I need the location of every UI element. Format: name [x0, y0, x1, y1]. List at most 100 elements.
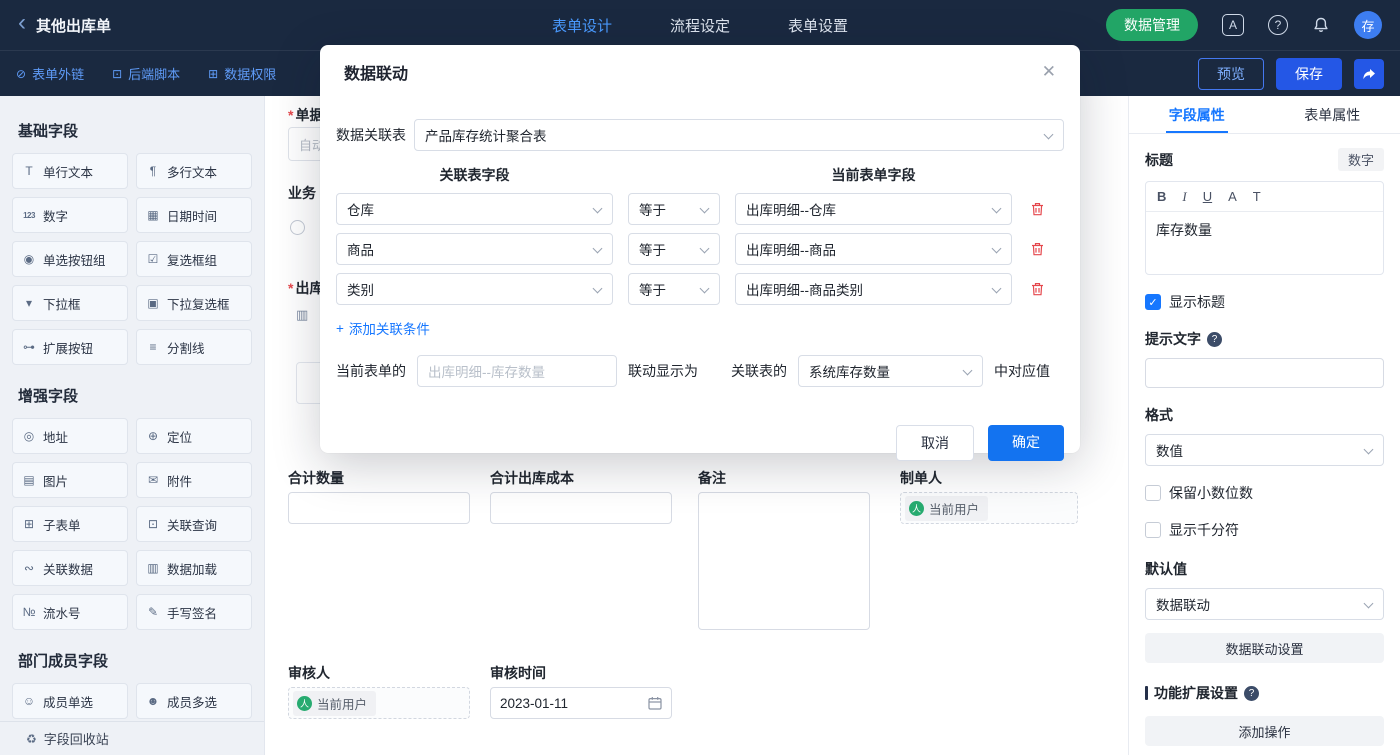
translate-icon[interactable]: A [1222, 14, 1244, 36]
tab-form-properties[interactable]: 表单属性 [1265, 96, 1400, 133]
condition-row: 仓库 等于 出库明细--仓库 [336, 193, 1064, 225]
sidebar-item-related-data[interactable]: ∾ 关联数据 [12, 550, 128, 586]
font-size-button[interactable]: T [1253, 189, 1261, 204]
condition-headers: 关联表字段 当前表单字段 [336, 165, 1064, 185]
address-icon: ◎ [23, 429, 35, 443]
sidebar-item-radio-group[interactable]: ◉ 单选按钮组 [12, 241, 128, 277]
thousand-separator-checkbox[interactable] [1145, 522, 1161, 538]
data-manage-button[interactable]: 数据管理 [1106, 9, 1198, 41]
sidebar-item-member-multi[interactable]: ☻ 成员多选 [136, 683, 252, 719]
font-color-button[interactable]: A [1228, 189, 1237, 204]
sidebar-item-signature[interactable]: ✎ 手写签名 [136, 594, 252, 630]
sidebar-item-serial-number[interactable]: № 流水号 [12, 594, 128, 630]
show-title-checkbox[interactable]: ✓ [1145, 294, 1161, 310]
toolbar-item-data-permission[interactable]: ⊞ 数据权限 [208, 64, 276, 83]
condition-right-select[interactable]: 出库明细--商品 [735, 233, 1012, 265]
help-icon[interactable]: ? [1268, 15, 1288, 35]
tab-field-properties[interactable]: 字段属性 [1129, 96, 1265, 133]
tab-form-settings[interactable]: 表单设置 [788, 15, 848, 36]
confirm-button[interactable]: 确定 [988, 425, 1064, 461]
current-form-field-input[interactable]: 出库明细--库存数量 [417, 355, 617, 387]
chevron-down-icon [699, 283, 710, 294]
fields-sidebar: 基础字段 T 单行文本 ¶ 多行文本 123 数字 ▦ 日期时间 ◉ 单选按钮组 ☑ 复选框… [0, 96, 265, 755]
back-icon[interactable]: ‹ [16, 11, 28, 37]
sidebar-item-data-load[interactable]: ▥ 数据加载 [136, 550, 252, 586]
review-time-input[interactable]: 2023-01-11 [490, 687, 672, 719]
bold-button[interactable]: B [1157, 189, 1166, 204]
tab-form-design[interactable]: 表单设计 [552, 15, 612, 36]
reviewer-field[interactable]: 人 当前用户 [288, 687, 470, 719]
share-button[interactable] [1354, 58, 1384, 89]
trash-icon [1031, 243, 1043, 256]
add-condition-link[interactable]: + 添加关联条件 [336, 318, 430, 338]
delete-condition-button[interactable] [1027, 242, 1047, 256]
hint-input[interactable] [1145, 358, 1384, 388]
condition-left-select[interactable]: 仓库 [336, 193, 613, 225]
bell-icon[interactable] [1312, 16, 1330, 34]
save-button[interactable]: 保存 [1276, 57, 1342, 90]
toolbar-item-backend-script[interactable]: ⊡ 后端脚本 [112, 64, 180, 83]
condition-op-select[interactable]: 等于 [628, 233, 720, 265]
show-title-label: 显示标题 [1169, 294, 1225, 310]
thousand-separator-label: 显示千分符 [1169, 522, 1239, 538]
sidebar-item-datetime[interactable]: ▦ 日期时间 [136, 197, 252, 233]
user-icon: 人 [297, 695, 312, 711]
toolbar-right: 预览 保存 [1198, 57, 1384, 90]
sidebar-item-address[interactable]: ◎ 地址 [12, 418, 128, 454]
remark-textarea[interactable] [698, 492, 870, 630]
sidebar-item-number[interactable]: 123 数字 [12, 197, 128, 233]
sidebar-item-attachment[interactable]: ✉ 附件 [136, 462, 252, 498]
sidebar-item-location[interactable]: ⊕ 定位 [136, 418, 252, 454]
toolbar-item-form-link[interactable]: ⊘ 表单外链 [16, 64, 84, 83]
delete-condition-button[interactable] [1027, 202, 1047, 216]
mini-chart-icon[interactable]: ▥ [296, 307, 308, 323]
underline-button[interactable]: U [1203, 189, 1212, 204]
total-cost-input[interactable] [490, 492, 672, 524]
tab-flow-setting[interactable]: 流程设定 [670, 15, 730, 36]
chevron-down-icon [592, 283, 603, 294]
data-linkage-settings-button[interactable]: 数据联动设置 [1145, 633, 1384, 663]
format-select[interactable]: 数值 [1145, 434, 1384, 466]
italic-button[interactable]: I [1182, 189, 1186, 205]
decimal-checkbox[interactable] [1145, 485, 1161, 501]
default-value-select[interactable]: 数据联动 [1145, 588, 1384, 620]
condition-row: 商品 等于 出库明细--商品 [336, 233, 1064, 265]
condition-op-select[interactable]: 等于 [628, 273, 720, 305]
field-recycle-bin[interactable]: ♻ 字段回收站 [0, 721, 264, 755]
sidebar-item-multi-line-text[interactable]: ¶ 多行文本 [136, 153, 252, 189]
sidebar-item-related-query[interactable]: ⊡ 关联查询 [136, 506, 252, 542]
condition-right-select[interactable]: 出库明细--仓库 [735, 193, 1012, 225]
biz-type-radio[interactable] [290, 220, 305, 235]
sidebar-item-dropdown-multi[interactable]: ▣ 下拉复选框 [136, 285, 252, 321]
related-field-select[interactable]: 系统库存数量 [798, 355, 983, 387]
sidebar-item-subform[interactable]: ⊞ 子表单 [12, 506, 128, 542]
relation-table-select[interactable]: 产品库存统计聚合表 [414, 119, 1064, 151]
condition-left-select[interactable]: 商品 [336, 233, 613, 265]
cancel-button[interactable]: 取消 [896, 425, 974, 461]
avatar[interactable]: 存 [1354, 11, 1382, 39]
toolbar-item-label: 数据权限 [224, 67, 277, 82]
preview-button[interactable]: 预览 [1198, 57, 1264, 90]
total-qty-input[interactable] [288, 492, 470, 524]
sidebar-item-dropdown[interactable]: ▾ 下拉框 [12, 285, 128, 321]
condition-op-select[interactable]: 等于 [628, 193, 720, 225]
sidebar-item-image[interactable]: ▤ 图片 [12, 462, 128, 498]
extension-help-icon[interactable]: ? [1244, 685, 1259, 701]
delete-condition-button[interactable] [1027, 282, 1047, 296]
modal-header: 数据联动 ✕ [320, 45, 1080, 99]
sidebar-item-member-single[interactable]: ☺ 成员单选 [12, 683, 128, 719]
creator-field[interactable]: 人 当前用户 [900, 492, 1078, 524]
sidebar-item-single-line-text[interactable]: T 单行文本 [12, 153, 128, 189]
add-operation-button[interactable]: 添加操作 [1145, 716, 1384, 746]
title-value-input[interactable]: 库存数量 [1146, 212, 1383, 274]
condition-left-select[interactable]: 类别 [336, 273, 613, 305]
hint-help-icon[interactable]: ? [1207, 331, 1222, 347]
sidebar-item-extend-button[interactable]: ⊶ 扩展按钮 [12, 329, 128, 365]
chevron-down-icon [1363, 598, 1374, 609]
field-label: 数据加载 [167, 562, 218, 577]
sidebar-item-divider[interactable]: ≡ 分割线 [136, 329, 252, 365]
sidebar-item-checkbox-group[interactable]: ☑ 复选框组 [136, 241, 252, 277]
condition-right-select[interactable]: 出库明细--商品类别 [735, 273, 1012, 305]
title-editor: B I U A T 库存数量 [1145, 181, 1384, 275]
close-icon[interactable]: ✕ [1042, 62, 1056, 82]
